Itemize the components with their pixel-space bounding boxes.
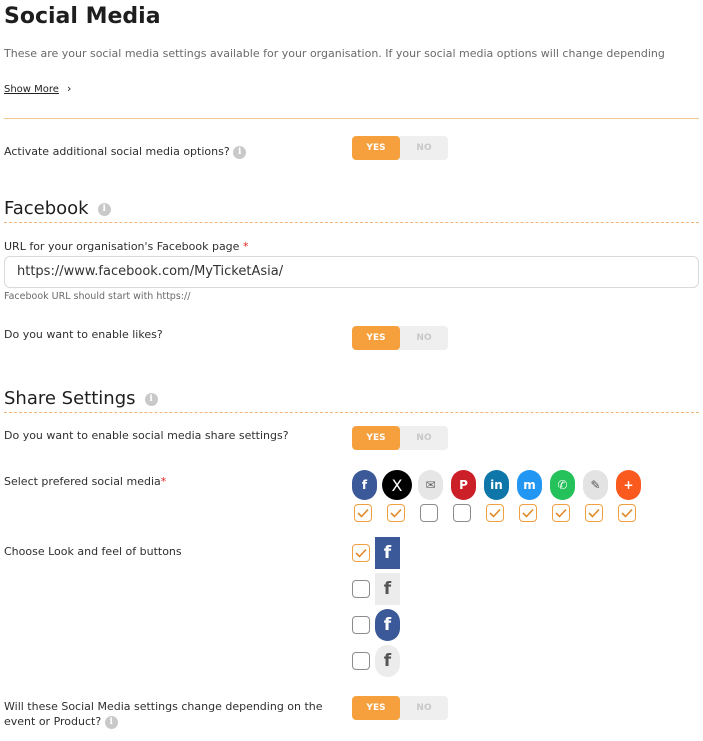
likes-no-button[interactable]: NO bbox=[400, 326, 448, 350]
more-checkbox[interactable] bbox=[618, 504, 636, 522]
x-twitter-icon[interactable]: X bbox=[382, 470, 412, 500]
show-more-link[interactable]: Show More › bbox=[4, 77, 71, 96]
messenger-icon[interactable]: m bbox=[517, 470, 542, 500]
x-twitter-checkbox[interactable] bbox=[387, 504, 405, 522]
facebook-url-label: URL for your organisation's Facebook pag… bbox=[4, 240, 248, 253]
info-icon[interactable]: i bbox=[104, 715, 118, 729]
pinterest-icon[interactable]: P bbox=[451, 470, 476, 500]
activate-toggle[interactable]: YES NO bbox=[352, 136, 448, 160]
select-social-label: Select prefered social media* bbox=[4, 475, 166, 488]
activate-label: Activate additional social media options… bbox=[4, 145, 230, 158]
check-icon bbox=[588, 508, 600, 518]
change-label-line1: Will these Social Media settings change … bbox=[4, 700, 323, 713]
share-heading: Share Settings i bbox=[4, 388, 158, 409]
check-icon bbox=[489, 508, 501, 518]
linkedin-icon[interactable]: in bbox=[484, 470, 509, 500]
messenger-checkbox[interactable] bbox=[519, 504, 537, 522]
pinterest-checkbox[interactable] bbox=[453, 504, 471, 522]
share-divider bbox=[4, 412, 699, 413]
email-checkbox[interactable] bbox=[420, 504, 438, 522]
share-yes-button[interactable]: YES bbox=[352, 426, 400, 450]
share-enable-toggle[interactable]: YES NO bbox=[352, 426, 448, 450]
check-icon bbox=[390, 508, 402, 518]
likes-yes-button[interactable]: YES bbox=[352, 326, 400, 350]
facebook-round-grey-icon[interactable]: f bbox=[375, 645, 400, 677]
change-yes-button[interactable]: YES bbox=[352, 696, 400, 720]
check-icon bbox=[621, 508, 633, 518]
look-feel-label: Choose Look and feel of buttons bbox=[4, 545, 182, 558]
header-divider bbox=[4, 118, 699, 119]
facebook-checkbox[interactable] bbox=[354, 504, 372, 522]
facebook-url-label-text: URL for your organisation's Facebook pag… bbox=[4, 240, 240, 253]
likes-label: Do you want to enable likes? bbox=[4, 328, 163, 341]
activate-yes-button[interactable]: YES bbox=[352, 136, 400, 160]
facebook-square-grey-icon[interactable]: f bbox=[375, 573, 400, 605]
whatsapp-checkbox[interactable] bbox=[552, 504, 570, 522]
activate-question: Activate additional social media options… bbox=[4, 145, 247, 159]
facebook-round-blue-icon[interactable]: f bbox=[375, 609, 400, 641]
edit-icon[interactable]: ✎ bbox=[583, 470, 608, 500]
linkedin-checkbox[interactable] bbox=[486, 504, 504, 522]
page-title: Social Media bbox=[4, 4, 161, 29]
check-icon bbox=[357, 508, 369, 518]
info-icon[interactable]: i bbox=[233, 145, 247, 159]
share-enable-label: Do you want to enable social media share… bbox=[4, 429, 289, 442]
info-icon[interactable]: i bbox=[97, 203, 111, 216]
change-label-line2: event or Product? bbox=[4, 715, 102, 728]
chevron-right-icon[interactable]: › bbox=[67, 82, 71, 95]
facebook-heading: Facebook i bbox=[4, 198, 111, 219]
email-icon[interactable]: ✉ bbox=[418, 470, 443, 500]
look-option-checkbox[interactable] bbox=[352, 652, 370, 670]
select-social-label-text: Select prefered social media bbox=[4, 475, 161, 488]
look-option-checkbox[interactable] bbox=[352, 544, 370, 562]
whatsapp-icon[interactable]: ✆ bbox=[550, 470, 575, 500]
edit-checkbox[interactable] bbox=[585, 504, 603, 522]
share-title: Share Settings bbox=[4, 388, 136, 409]
show-more-label[interactable]: Show More bbox=[4, 84, 59, 95]
look-option-checkbox[interactable] bbox=[352, 580, 370, 598]
change-question: Will these Social Media settings change … bbox=[4, 699, 323, 729]
required-mark: * bbox=[160, 475, 167, 488]
change-toggle[interactable]: YES NO bbox=[352, 696, 448, 720]
facebook-square-blue-icon[interactable]: f bbox=[375, 537, 400, 569]
facebook-url-input[interactable]: https://www.facebook.com/MyTicketAsia/ bbox=[4, 256, 699, 288]
more-icon[interactable]: + bbox=[616, 470, 641, 500]
check-icon bbox=[522, 508, 534, 518]
change-no-button[interactable]: NO bbox=[400, 696, 448, 720]
look-option-checkbox[interactable] bbox=[352, 616, 370, 634]
facebook-title: Facebook bbox=[4, 198, 89, 219]
activate-no-button[interactable]: NO bbox=[400, 136, 448, 160]
page-description: These are your social media settings ava… bbox=[4, 47, 665, 60]
check-icon bbox=[555, 508, 567, 518]
likes-toggle[interactable]: YES NO bbox=[352, 326, 448, 350]
info-icon[interactable]: i bbox=[144, 393, 158, 406]
required-mark: * bbox=[242, 240, 249, 253]
facebook-divider bbox=[4, 222, 699, 223]
facebook-url-hint: Facebook URL should start with https:// bbox=[4, 291, 191, 302]
share-no-button[interactable]: NO bbox=[400, 426, 448, 450]
facebook-icon[interactable]: f bbox=[352, 470, 377, 500]
